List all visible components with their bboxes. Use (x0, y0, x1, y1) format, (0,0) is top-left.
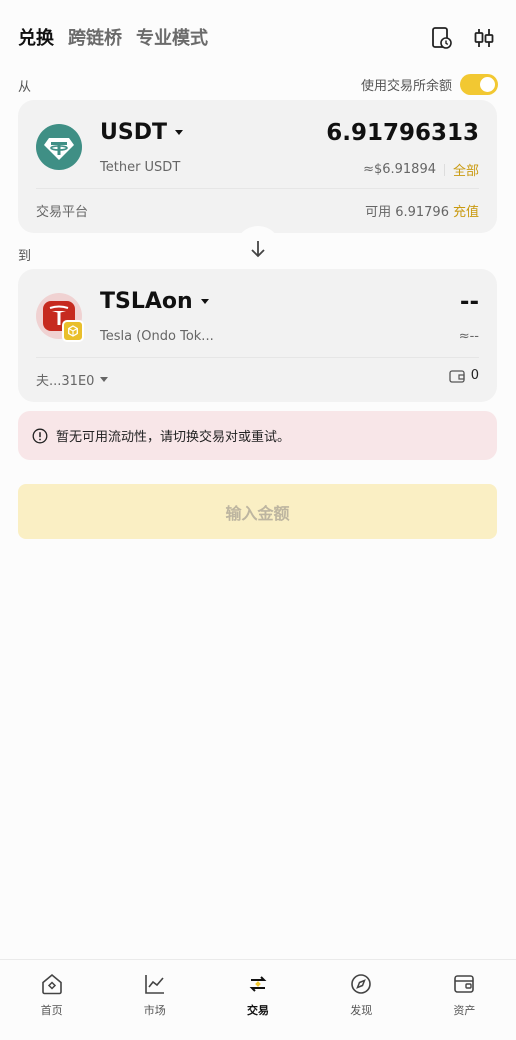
to-label: 到 (18, 249, 32, 264)
enter-amount-button[interactable]: 输入金额 (18, 484, 497, 539)
caret-down-icon (100, 377, 109, 382)
from-usd-row: ≈$6.91894 全部 (363, 160, 479, 179)
ondo-badge-icon (62, 320, 84, 342)
tab-swap[interactable]: 兑换 (18, 24, 54, 50)
use-balance-row: 使用交易所余额 (361, 74, 498, 95)
to-amount: -- (459, 289, 479, 315)
swap-direction-button[interactable] (235, 226, 281, 272)
usdt-logo-icon (36, 124, 82, 170)
from-token-selector[interactable]: USDT (100, 120, 183, 145)
candlestick-chart-icon[interactable] (473, 26, 495, 50)
nav-market-label: 市场 (143, 1004, 166, 1017)
deposit-button[interactable]: 充值 (453, 201, 479, 220)
available-row: 可用 6.91796 充值 (365, 201, 479, 220)
to-token-symbol: TSLAon (100, 289, 193, 314)
warning-text: 暂无可用流动性，请切换交易对或重试。 (56, 430, 291, 445)
nav-home[interactable]: 首页 (0, 960, 103, 1040)
divider (36, 188, 479, 189)
nav-trade[interactable]: 交易 (206, 960, 309, 1040)
home-icon (41, 973, 62, 995)
separator (443, 163, 445, 176)
from-label: 从 (18, 80, 32, 95)
available-balance: 可用 6.91796 (365, 205, 449, 220)
max-button[interactable]: 全部 (453, 160, 479, 179)
caret-down-icon (174, 130, 183, 135)
nav-discover-label: 发现 (350, 1004, 373, 1017)
to-usd-value: ≈-- (458, 329, 479, 344)
alert-circle-icon (32, 428, 48, 443)
tab-pro-mode[interactable]: 专业模式 (136, 24, 208, 50)
from-token-symbol: USDT (100, 120, 167, 145)
nav-home-label: 首页 (40, 1004, 63, 1017)
top-tabs: 兑换 跨链桥 专业模式 (18, 24, 208, 50)
from-usd-value: ≈$6.91894 (363, 162, 436, 177)
to-account-selector[interactable]: 夫...31E0 (36, 370, 109, 389)
nav-discover[interactable]: 发现 (310, 960, 413, 1040)
assets-icon (454, 975, 475, 993)
to-wallet-balance: 0 (470, 368, 479, 383)
to-wallet-balance-row: 0 (449, 368, 479, 383)
nav-assets-label: 资产 (453, 1004, 476, 1017)
to-token-selector[interactable]: TSLAon (100, 289, 209, 314)
history-icon[interactable] (431, 26, 453, 50)
arrow-down-icon (251, 241, 265, 258)
nav-market[interactable]: 市场 (103, 960, 206, 1040)
divider (36, 357, 479, 358)
bottom-nav: 首页 市场 交易 发现 资产 (0, 959, 516, 1040)
to-account-label: 夫...31E0 (36, 374, 95, 389)
source-label: 交易平台 (36, 205, 89, 220)
to-token-name: Tesla (Ondo Tok... (100, 329, 214, 344)
market-icon (144, 975, 164, 994)
liquidity-warning: 暂无可用流动性，请切换交易对或重试。 (18, 411, 497, 460)
use-balance-label: 使用交易所余额 (360, 79, 452, 94)
trade-icon (249, 976, 267, 992)
to-card: TSLAon Tesla (Ondo Tok... -- ≈-- 夫...31E… (18, 269, 497, 402)
discover-icon (351, 974, 372, 994)
from-amount-input[interactable]: 6.91796313 (326, 120, 479, 146)
nav-trade-label: 交易 (247, 1004, 269, 1017)
from-token-name: Tether USDT (100, 160, 181, 175)
wallet-icon (449, 369, 465, 383)
use-balance-toggle[interactable] (460, 74, 498, 95)
from-card: USDT Tether USDT 6.91796313 ≈$6.91894 全部… (18, 100, 497, 233)
nav-assets[interactable]: 资产 (413, 960, 516, 1040)
tab-bridge[interactable]: 跨链桥 (68, 24, 122, 50)
caret-down-icon (200, 299, 209, 304)
